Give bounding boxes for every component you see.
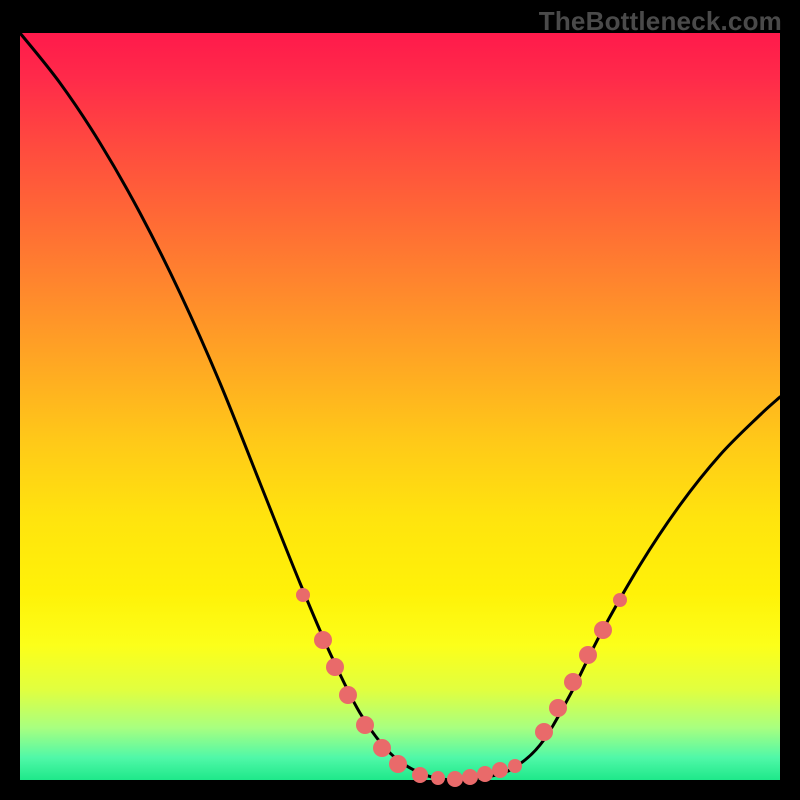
data-marker xyxy=(535,723,553,741)
data-marker xyxy=(373,739,391,757)
data-marker xyxy=(462,769,478,785)
data-marker xyxy=(549,699,567,717)
chart-frame: TheBottleneck.com xyxy=(0,0,800,800)
marker-group xyxy=(296,588,627,787)
data-marker xyxy=(412,767,428,783)
data-marker xyxy=(564,673,582,691)
data-marker xyxy=(389,755,407,773)
data-marker xyxy=(314,631,332,649)
data-marker xyxy=(447,771,463,787)
data-marker xyxy=(613,593,627,607)
chart-svg xyxy=(20,33,780,780)
bottleneck-curve xyxy=(20,33,780,780)
data-marker xyxy=(356,716,374,734)
data-marker xyxy=(477,766,493,782)
plot-area xyxy=(20,33,780,780)
data-marker xyxy=(579,646,597,664)
data-marker xyxy=(492,762,508,778)
data-marker xyxy=(296,588,310,602)
data-marker xyxy=(431,771,445,785)
data-marker xyxy=(339,686,357,704)
data-marker xyxy=(594,621,612,639)
data-marker xyxy=(508,759,522,773)
data-marker xyxy=(326,658,344,676)
